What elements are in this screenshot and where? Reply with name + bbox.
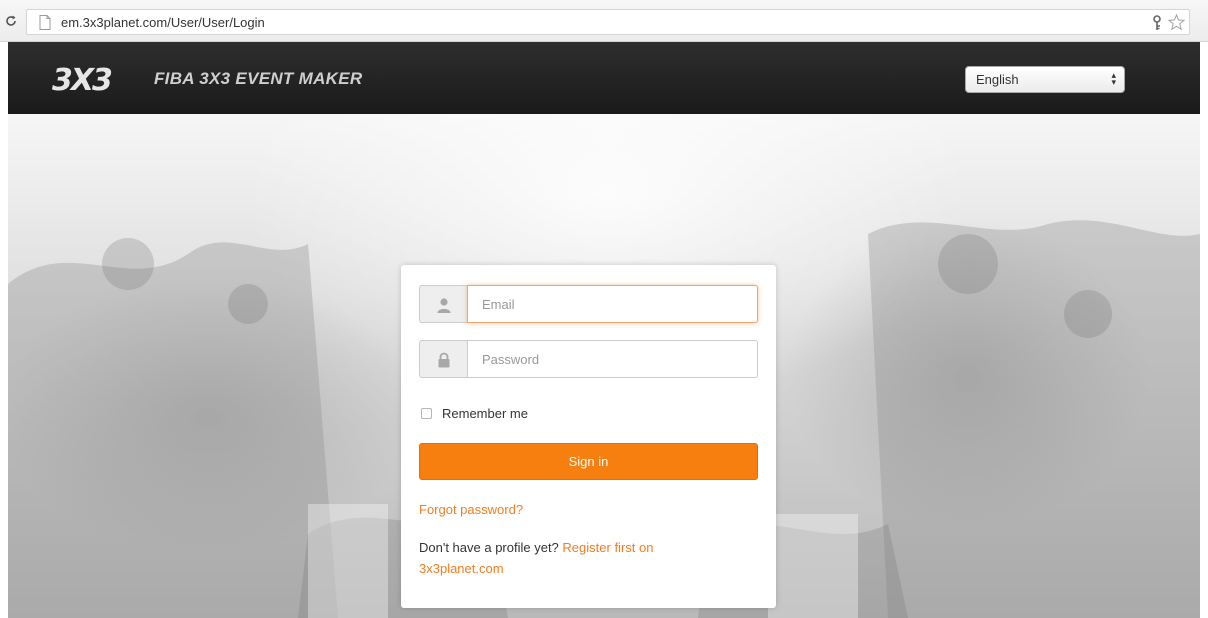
logo-text: 3X3 bbox=[52, 64, 112, 94]
address-bar[interactable]: em.3x3planet.com/User/User/Login bbox=[26, 9, 1190, 35]
browser-toolbar: em.3x3planet.com/User/User/Login bbox=[0, 0, 1208, 42]
register-prompt-text: Don't have a profile yet? bbox=[419, 540, 559, 555]
language-select[interactable]: English ▴ ▾ bbox=[965, 66, 1125, 93]
sign-in-button[interactable]: Sign in bbox=[419, 443, 758, 480]
remember-me-label[interactable]: Remember me bbox=[442, 406, 528, 421]
site-title[interactable]: FIBA 3X3 EVENT MAKER bbox=[154, 69, 362, 89]
user-icon bbox=[437, 298, 451, 313]
password-input[interactable] bbox=[467, 340, 758, 378]
reload-icon[interactable] bbox=[4, 14, 18, 28]
select-arrows-icon: ▴ ▾ bbox=[1111, 70, 1116, 87]
email-addon bbox=[419, 285, 467, 323]
site-header: 3X3 FIBA 3X3 EVENT MAKER English ▴ ▾ bbox=[8, 42, 1200, 114]
url-text: em.3x3planet.com/User/User/Login bbox=[61, 15, 265, 30]
page-icon bbox=[39, 15, 51, 30]
fiba-3x3-logo[interactable]: 3X3 bbox=[52, 64, 142, 94]
login-card: Remember me Sign in Forgot password? Don… bbox=[401, 265, 776, 608]
key-icon[interactable] bbox=[1151, 15, 1163, 31]
lock-icon bbox=[438, 352, 450, 368]
password-input-group bbox=[419, 340, 758, 378]
register-prompt: Don't have a profile yet? Register first… bbox=[419, 537, 739, 579]
password-addon bbox=[419, 340, 467, 378]
forgot-password-link[interactable]: Forgot password? bbox=[419, 502, 523, 517]
email-input-group bbox=[419, 285, 758, 323]
email-input[interactable] bbox=[467, 285, 758, 323]
star-icon[interactable] bbox=[1168, 14, 1185, 31]
remember-me-checkbox[interactable] bbox=[421, 408, 432, 419]
language-selected-value: English bbox=[976, 72, 1019, 87]
